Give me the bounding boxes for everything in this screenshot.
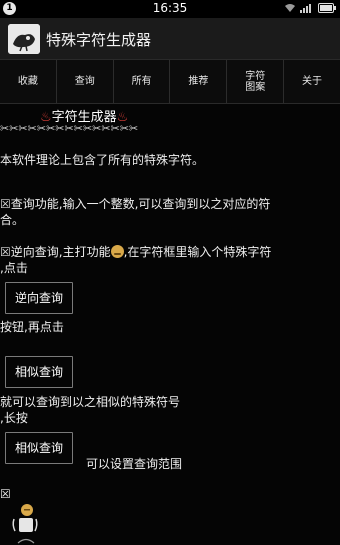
app-title: 特殊字符生成器 (46, 31, 152, 49)
signal-icon (300, 4, 311, 13)
query-description-line1: ☒查询功能,输入一个整数,可以查询到以之对应的符 (0, 197, 271, 211)
intro-text: 本软件理论上包含了所有的特殊字符。 (0, 153, 205, 167)
reverse-query-button[interactable]: 逆向查询 (5, 282, 74, 314)
app-logo-icon (8, 24, 40, 54)
bottom-checkbox-x-icon: ☒ (0, 487, 11, 501)
similar-description-line2: ,长按 (0, 411, 28, 425)
range-text: 可以设置查询范围 (86, 457, 183, 471)
tab-favorites[interactable]: 收藏 (0, 60, 57, 103)
tab-all[interactable]: 所有 (114, 60, 171, 103)
tab-char-patterns[interactable]: 字符 图案 (227, 60, 285, 103)
about-content: ♨字符生成器♨ ✂✂✂✂✂✂✂✂✂✂✂✂✂✂✂ 本软件理论上包含了所有的特殊字符… (0, 104, 340, 545)
tab-query[interactable]: 查询 (57, 60, 114, 103)
tab-about[interactable]: 关于 (284, 60, 340, 103)
reverse-description-line2: ,点击 (0, 261, 28, 275)
tab-bar: 收藏 查询 所有 推荐 字符 图案 关于 (0, 60, 340, 104)
reverse-description-line1: ☒逆向查询,主打功能 ,在字符框里输入个特殊字符 (0, 245, 272, 259)
similar-description-line1: 就可以查询到以之相似的特殊符号 (0, 395, 181, 409)
status-icons (284, 3, 336, 13)
screen: 1 16:35 特殊字符生成器 收藏 查询 所有 推荐 字符 图案 关于 ♨字符… (0, 0, 340, 545)
similar-query-button[interactable]: 相似查询 (5, 356, 74, 388)
smiley-icon (110, 245, 124, 258)
after-reverse-text: 按钮,再点击 (0, 320, 64, 334)
checkbox-x-icon: ☒ (0, 245, 11, 259)
battery-icon (318, 3, 336, 13)
character-figure-icon (12, 504, 38, 544)
tab-recommended[interactable]: 推荐 (170, 60, 228, 103)
wifi-icon (285, 4, 295, 12)
app-bar: 特殊字符生成器 (0, 18, 340, 60)
status-bar: 1 16:35 (0, 0, 340, 18)
similar-query-button-2[interactable]: 相似查询 (5, 432, 74, 464)
query-description-line2: 合。 (0, 213, 25, 227)
checkbox-x-icon: ☒ (0, 197, 11, 211)
scissors-divider: ✂✂✂✂✂✂✂✂✂✂✂✂✂✂✂ (0, 122, 139, 135)
